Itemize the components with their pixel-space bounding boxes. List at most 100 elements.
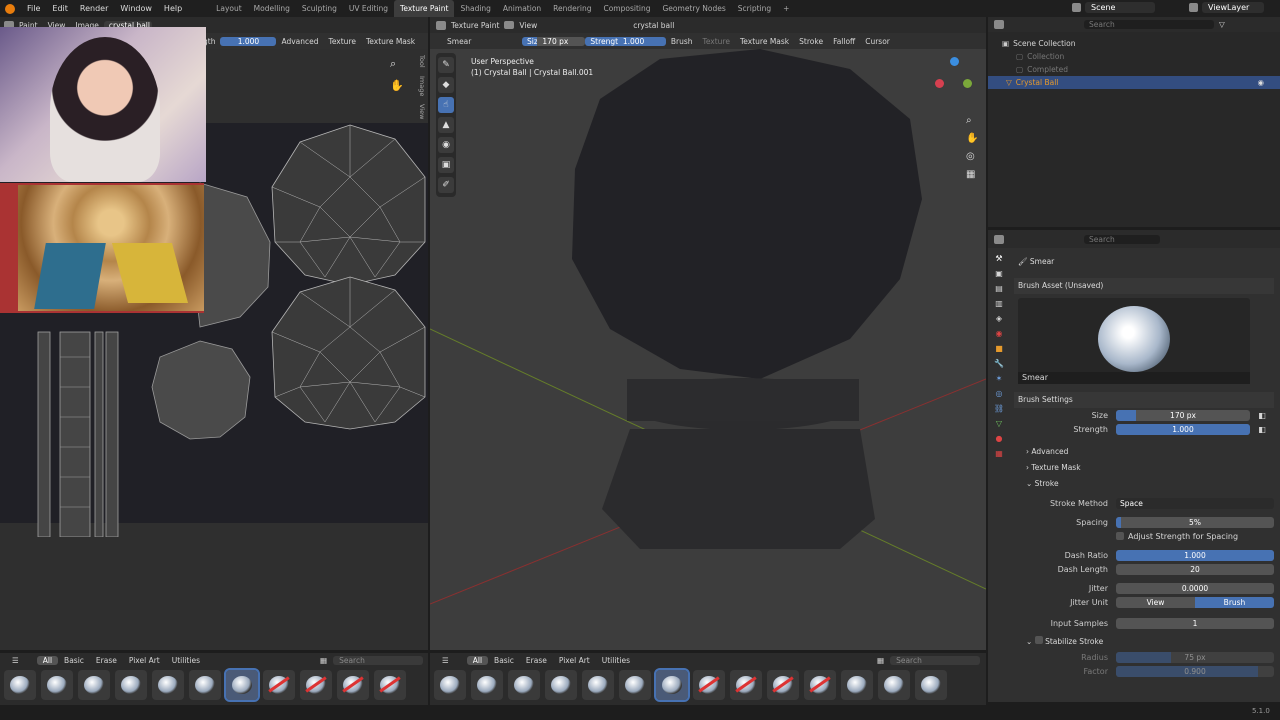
editor-type-icon[interactable] bbox=[436, 20, 446, 30]
scene-collection-row[interactable]: ▣ Scene Collection bbox=[988, 37, 1280, 50]
brush-thumb[interactable] bbox=[434, 670, 466, 700]
brush-thumb[interactable] bbox=[337, 670, 369, 700]
stroke-subpanel[interactable]: ⌄ Stroke bbox=[1014, 476, 1274, 492]
brush-thumb[interactable] bbox=[582, 670, 614, 700]
strength-field[interactable]: 1.000 bbox=[617, 36, 666, 46]
shelf-menu-icon[interactable]: ☰ bbox=[6, 656, 25, 665]
tab-rendering[interactable]: Rendering bbox=[547, 0, 597, 17]
brush-settings-panel[interactable]: Brush Settings bbox=[1014, 392, 1274, 408]
brush-thumb[interactable] bbox=[189, 670, 221, 700]
brush-preview[interactable]: Smear bbox=[1018, 298, 1250, 384]
soften-tool-icon[interactable]: ◆ bbox=[438, 77, 454, 93]
menu-help[interactable]: Help bbox=[158, 4, 188, 13]
tab-sculpting[interactable]: Sculpting bbox=[296, 0, 343, 17]
shelf-tab-all[interactable]: All bbox=[466, 655, 489, 665]
tab-texture-paint[interactable]: Texture Paint bbox=[394, 0, 455, 17]
physics-tab-icon[interactable]: ◎ bbox=[996, 389, 1003, 398]
view-layer-selector[interactable]: ViewLayer bbox=[1202, 2, 1264, 13]
menu-edit[interactable]: Edit bbox=[46, 4, 74, 13]
stroke-method-select[interactable]: Space bbox=[1116, 497, 1274, 509]
side-tab-tool[interactable]: Tool bbox=[414, 55, 426, 68]
clone-tool-icon[interactable]: ▲ bbox=[438, 117, 454, 133]
view-layer-tab-icon[interactable]: ▥ bbox=[995, 299, 1003, 308]
filter-icon[interactable]: ▽ bbox=[1214, 20, 1230, 29]
menu-render[interactable]: Render bbox=[74, 4, 114, 13]
menu-window[interactable]: Window bbox=[114, 4, 158, 13]
editor-type-icon[interactable] bbox=[994, 234, 1004, 244]
gizmo-y[interactable] bbox=[963, 79, 972, 88]
texture-mask-subpanel[interactable]: › Texture Mask bbox=[1014, 460, 1274, 476]
modifier-tab-icon[interactable]: 🔧 bbox=[994, 359, 1004, 368]
brush-thumb-smear[interactable] bbox=[224, 668, 260, 702]
shelf-tab-utilities[interactable]: Utilities bbox=[596, 656, 636, 665]
falloff-menu[interactable]: Falloff bbox=[828, 37, 860, 46]
outliner-item-crystal-ball[interactable]: ▽ Crystal Ball ◉ bbox=[988, 76, 1280, 89]
tab-uv-editing[interactable]: UV Editing bbox=[343, 0, 394, 17]
radius-field[interactable]: 75 px bbox=[1116, 651, 1274, 663]
stabilize-checkbox[interactable] bbox=[1034, 636, 1043, 644]
brush-thumb[interactable] bbox=[78, 670, 110, 700]
strength-field[interactable]: 1.000 bbox=[220, 36, 277, 46]
tool-tab-icon[interactable]: ⚒ bbox=[995, 254, 1002, 263]
constraints-tab-icon[interactable]: ⛓ bbox=[994, 404, 1004, 413]
side-tab-view[interactable]: View bbox=[414, 104, 426, 119]
tab-animation[interactable]: Animation bbox=[497, 0, 547, 17]
tab-compositing[interactable]: Compositing bbox=[597, 0, 656, 17]
brush-thumb[interactable] bbox=[263, 670, 295, 700]
viewport-view-menu[interactable]: View bbox=[514, 21, 542, 30]
cursor-menu[interactable]: Cursor bbox=[860, 37, 895, 46]
mask-tool-icon[interactable]: ▣ bbox=[438, 157, 454, 173]
particles-tab-icon[interactable]: ✶ bbox=[996, 374, 1003, 383]
side-tab-image[interactable]: Image bbox=[414, 76, 426, 96]
outliner-item-completed[interactable]: ▢ Completed bbox=[988, 63, 1280, 76]
menu-file[interactable]: File bbox=[21, 4, 46, 13]
add-workspace-button[interactable]: + bbox=[777, 0, 795, 17]
shelf-tab-erase[interactable]: Erase bbox=[90, 656, 123, 665]
spacing-field[interactable]: 5% bbox=[1116, 516, 1274, 528]
gizmo-z[interactable] bbox=[950, 57, 959, 66]
world-tab-icon[interactable]: ◉ bbox=[996, 329, 1003, 338]
dash-length-field[interactable]: 20 bbox=[1116, 563, 1274, 575]
navigation-gizmo[interactable] bbox=[930, 57, 980, 107]
fill-tool-icon[interactable]: ◉ bbox=[438, 137, 454, 153]
pressure-icon[interactable]: ◧ bbox=[1250, 425, 1274, 434]
size-field[interactable]: 170 px bbox=[1116, 409, 1250, 421]
stroke-menu[interactable]: Stroke bbox=[794, 37, 828, 46]
stabilize-stroke-subpanel[interactable]: ⌄ Stabilize Stroke bbox=[1014, 634, 1274, 650]
shelf-tab-erase[interactable]: Erase bbox=[520, 656, 553, 665]
brush-thumb[interactable] bbox=[841, 670, 873, 700]
jitter-unit-brush[interactable]: Brush bbox=[1195, 596, 1274, 608]
smear-tool-icon[interactable]: ☝ bbox=[438, 97, 454, 113]
texture-mask-menu[interactable]: Texture Mask bbox=[735, 37, 794, 46]
blender-logo-icon[interactable] bbox=[5, 3, 15, 14]
brush-thumb[interactable] bbox=[41, 670, 73, 700]
brush-thumb[interactable] bbox=[300, 670, 332, 700]
shelf-display-icon[interactable]: ▦ bbox=[871, 656, 890, 665]
brush-thumb[interactable] bbox=[4, 670, 36, 700]
factor-field[interactable]: 0.900 bbox=[1116, 665, 1274, 677]
output-tab-icon[interactable]: ▤ bbox=[995, 284, 1003, 293]
jitter-unit-view[interactable]: View bbox=[1116, 596, 1195, 608]
shelf-display-icon[interactable]: ▦ bbox=[314, 656, 333, 665]
properties-search-input[interactable]: Search bbox=[1084, 234, 1160, 244]
scene-tab-icon[interactable]: ◈ bbox=[996, 314, 1002, 323]
eye-icon[interactable]: ◉ bbox=[1257, 76, 1264, 89]
advanced-subpanel[interactable]: › Advanced bbox=[1014, 444, 1274, 460]
adjust-strength-checkbox[interactable] bbox=[1116, 532, 1124, 540]
camera-icon[interactable]: ◎ bbox=[966, 151, 978, 162]
brush-thumb[interactable] bbox=[730, 670, 762, 700]
grid-icon[interactable]: ▦ bbox=[966, 169, 978, 180]
zoom-icon[interactable]: ⌕ bbox=[966, 115, 978, 126]
brush-name-field[interactable]: Smear bbox=[442, 37, 522, 46]
tab-modelling[interactable]: Modelling bbox=[248, 0, 296, 17]
brush-asset-panel[interactable]: Brush Asset (Unsaved) bbox=[1014, 278, 1274, 294]
texture-mask-menu[interactable]: Texture Mask bbox=[361, 37, 420, 46]
brush-thumb[interactable] bbox=[767, 670, 799, 700]
brush-thumb[interactable] bbox=[619, 670, 651, 700]
brush-thumb[interactable] bbox=[915, 670, 947, 700]
scene-selector[interactable]: Scene bbox=[1085, 2, 1155, 13]
viewport[interactable]: Texture Paint View crystal ball Smear Si… bbox=[430, 17, 986, 650]
tab-layout[interactable]: Layout bbox=[210, 0, 248, 17]
dash-ratio-field[interactable]: 1.000 bbox=[1116, 549, 1274, 561]
tab-scripting[interactable]: Scripting bbox=[732, 0, 777, 17]
